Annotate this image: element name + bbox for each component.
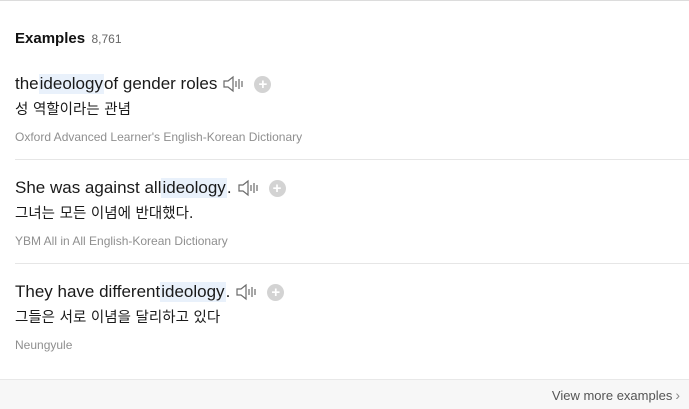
speaker-icon[interactable]	[222, 75, 244, 93]
add-to-wordbook-plus-icon[interactable]: +	[254, 75, 272, 93]
highlighted-word: ideology	[38, 74, 104, 94]
divider	[15, 263, 689, 264]
examples-count: 8,761	[91, 32, 122, 46]
example-english-text: .	[225, 282, 231, 301]
divider	[15, 159, 689, 160]
example-english: the ideology of gender roles +	[15, 73, 689, 95]
example-item: She was against all ideology . + 그녀는 모든 …	[15, 177, 689, 248]
add-to-wordbook-plus-icon[interactable]: +	[268, 179, 286, 197]
example-english: They have different ideology . +	[15, 281, 689, 303]
example-source[interactable]: Oxford Advanced Learner's English-Korean…	[15, 130, 689, 144]
add-to-wordbook-plus-icon[interactable]: +	[267, 283, 285, 301]
example-english-text: the	[15, 74, 39, 93]
chevron-right-icon: ›	[675, 387, 680, 403]
speaker-icon[interactable]	[237, 179, 259, 197]
examples-header: Examples 8,761	[15, 30, 122, 48]
examples-panel: Examples 8,761 the ideology of gender ro…	[0, 0, 689, 409]
example-item: the ideology of gender roles + 성 역할이라는 관…	[15, 73, 689, 144]
example-english-text: She was against all	[15, 178, 162, 197]
examples-footer: View more examples ›	[0, 379, 689, 409]
example-source[interactable]: Neungyule	[15, 338, 689, 352]
example-korean: 그녀는 모든 이념에 반대했다.	[15, 206, 194, 222]
example-korean: 성 역할이라는 관념	[15, 102, 131, 118]
examples-title: Examples	[15, 30, 86, 47]
example-english-text: of gender roles	[103, 74, 218, 93]
example-korean: 그들은 서로 이념을 달리하고 있다	[15, 310, 221, 326]
highlighted-word: ideology	[160, 282, 226, 302]
view-more-examples-link[interactable]: View more examples ›	[552, 387, 680, 403]
highlighted-word: ideology	[161, 178, 227, 198]
speaker-icon[interactable]	[235, 283, 257, 301]
view-more-label: View more examples	[551, 388, 673, 403]
example-english-text: They have different	[15, 282, 161, 301]
example-source[interactable]: YBM All in All English-Korean Dictionary	[15, 234, 689, 248]
example-item: They have different ideology . + 그들은 서로 …	[15, 281, 689, 352]
example-english-text: .	[226, 178, 232, 197]
example-english: She was against all ideology . +	[15, 177, 689, 199]
